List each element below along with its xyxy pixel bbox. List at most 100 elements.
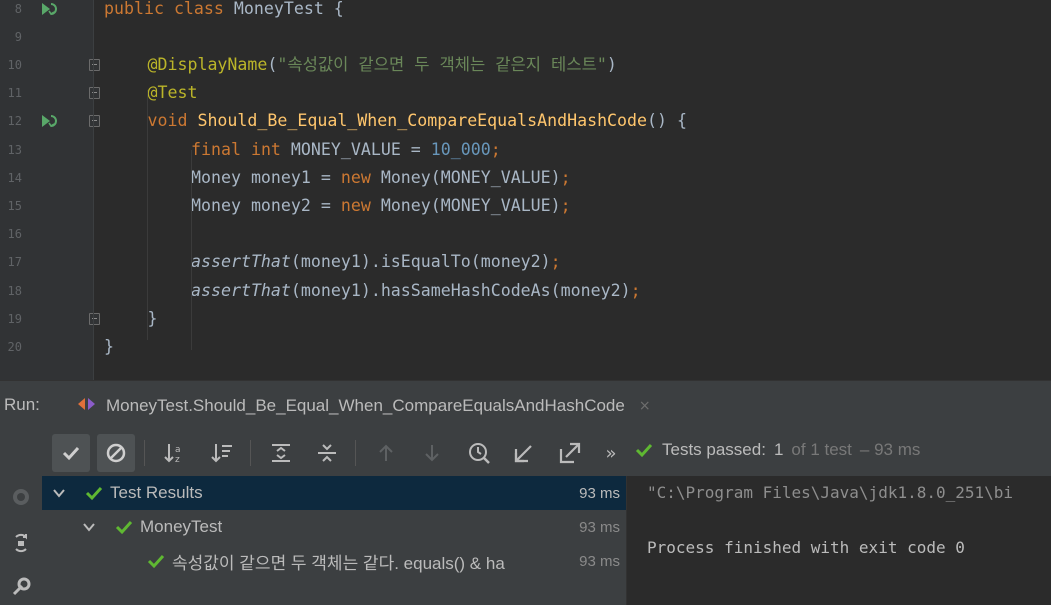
code-token: @DisplayName xyxy=(147,54,268,74)
gutter-row: 16 xyxy=(0,220,93,248)
code-line[interactable]: assertThat(money1).hasSameHashCodeAs(mon… xyxy=(191,277,641,305)
tree-row-moneytest[interactable]: MoneyTest 93 ms xyxy=(42,510,626,544)
line-number: 10 xyxy=(7,57,22,72)
code-token: ; xyxy=(490,139,501,159)
line-number: 14 xyxy=(7,170,22,185)
indent-guide xyxy=(147,90,148,340)
code-line[interactable]: @Test xyxy=(148,79,198,107)
code-line[interactable]: void Should_Be_Equal_When_CompareEqualsA… xyxy=(148,107,688,135)
line-number: 11 xyxy=(7,86,22,101)
gutter-row: 12 xyxy=(0,107,100,135)
ignored-icon xyxy=(106,443,126,463)
line-number: 15 xyxy=(7,198,22,213)
test-history-button[interactable] xyxy=(460,434,498,472)
import-icon xyxy=(514,445,532,463)
sort-alpha-icon: az xyxy=(164,444,181,465)
debug-rerun-button[interactable] xyxy=(6,482,36,512)
test-results-tree[interactable]: Test Results 93 ms MoneyTest 93 ms 속성값이 … xyxy=(42,476,626,605)
junit-config-icon xyxy=(76,396,98,416)
code-token: } xyxy=(104,336,114,356)
chevron-down-icon[interactable] xyxy=(52,486,66,500)
run-config-tab[interactable]: MoneyTest.Should_Be_Equal_When_CompareEq… xyxy=(76,391,651,421)
more-actions-button[interactable]: » xyxy=(592,434,630,472)
code-token: final xyxy=(191,139,251,159)
export-icon xyxy=(559,442,581,464)
code-token: ; xyxy=(630,280,641,300)
settings-button[interactable] xyxy=(6,572,36,602)
code-line[interactable]: } xyxy=(148,305,158,333)
tree-row-test-results[interactable]: Test Results 93 ms xyxy=(42,476,626,510)
refresh-icon xyxy=(15,533,27,553)
gutter-row: 13 xyxy=(0,136,93,164)
run-test-gutter-icon[interactable] xyxy=(40,1,60,17)
toolbar-separator xyxy=(355,440,356,466)
indent-guide xyxy=(191,150,192,350)
line-number: 9 xyxy=(14,29,22,44)
code-token: ; xyxy=(560,195,571,215)
run-test-gutter-icon[interactable] xyxy=(40,113,60,129)
status-duration: – 93 ms xyxy=(859,440,921,459)
tree-row-label: Test Results xyxy=(110,483,203,502)
code-line[interactable]: assertThat(money1).isEqualTo(money2); xyxy=(191,248,561,276)
expand-all-button[interactable] xyxy=(262,434,300,472)
code-line[interactable]: @DisplayName("속성값이 같으면 두 객체는 같은지 테스트") xyxy=(148,51,617,79)
code-token: int xyxy=(250,139,291,159)
console-exit-line: Process finished with exit code 0 xyxy=(647,538,965,557)
line-number: 8 xyxy=(14,1,22,16)
code-token: Money(MONEY_VALUE) xyxy=(380,167,561,187)
gutter-row: 19 xyxy=(0,305,100,333)
code-token: void xyxy=(147,111,198,131)
collapse-all-button[interactable] xyxy=(308,434,346,472)
check-icon xyxy=(62,446,80,461)
check-icon xyxy=(114,517,134,537)
code-token: assertThat xyxy=(191,252,291,272)
test-status: Tests passed: 1 of 1 test – 93 ms xyxy=(634,437,920,463)
fold-icon[interactable] xyxy=(89,58,100,71)
sort-by-duration-button[interactable] xyxy=(203,434,241,472)
next-failed-button[interactable] xyxy=(413,434,451,472)
run-tool-window-header: Run: MoneyTest.Should_Be_Equal_When_Comp… xyxy=(0,380,1051,430)
fold-icon[interactable] xyxy=(89,312,100,325)
line-number: 16 xyxy=(7,227,22,242)
code-line[interactable]: } xyxy=(104,333,114,361)
tree-row-test-method[interactable]: 속성값이 같으면 두 객체는 같다. equals() & ha 93 ms xyxy=(42,544,626,578)
import-tests-button[interactable] xyxy=(505,434,543,472)
show-passed-toggle[interactable] xyxy=(52,434,90,472)
check-icon xyxy=(635,443,653,458)
code-line[interactable]: public class MoneyTest { xyxy=(104,0,344,23)
code-token: (money1).hasSameHashCodeAs(money2) xyxy=(290,280,631,300)
code-token: MoneyTest { xyxy=(233,0,344,18)
restore-layout-button[interactable] xyxy=(6,528,36,558)
code-token: new xyxy=(340,195,381,215)
code-editor[interactable]: 8 9 10 11 12 13 14 15 16 17 18 19 20 public class Mo… xyxy=(0,0,1051,380)
export-tests-button[interactable] xyxy=(551,434,589,472)
fold-icon[interactable] xyxy=(89,115,100,128)
code-token: } xyxy=(147,308,158,328)
fold-icon[interactable] xyxy=(89,87,100,100)
history-icon xyxy=(469,443,490,464)
sort-alphabetically-button[interactable]: az xyxy=(156,434,194,472)
run-label: Run: xyxy=(4,395,40,414)
svg-text:z: z xyxy=(175,455,180,465)
sort-duration-icon xyxy=(211,444,232,463)
close-tab-icon[interactable]: × xyxy=(639,398,651,414)
code-line[interactable]: Money money1 = new Money(MONEY_VALUE); xyxy=(191,164,571,192)
status-total: of 1 test xyxy=(791,440,852,459)
code-line[interactable]: Money money2 = new Money(MONEY_VALUE); xyxy=(191,192,571,220)
gutter-row: 11 xyxy=(0,79,100,107)
tree-row-label: 속성값이 같으면 두 객체는 같다. equals() & ha xyxy=(172,553,505,573)
code-token: Money money2 = xyxy=(191,195,341,215)
code-token: (money1).isEqualTo(money2) xyxy=(290,252,551,272)
arrow-down-icon xyxy=(425,445,439,462)
gutter-row: 14 xyxy=(0,164,93,192)
code-token: 10_000 xyxy=(430,139,491,159)
chevron-down-icon[interactable] xyxy=(82,520,96,534)
check-icon xyxy=(84,483,104,503)
code-token: Money(MONEY_VALUE) xyxy=(380,195,561,215)
expand-all-icon xyxy=(272,444,290,462)
previous-failed-button[interactable] xyxy=(367,434,405,472)
show-ignored-toggle[interactable] xyxy=(97,434,135,472)
console-output[interactable]: "C:\Program Files\Java\jdk1.8.0_251\bi P… xyxy=(626,476,1051,605)
code-line[interactable]: final int MONEY_VALUE = 10_000; xyxy=(191,136,501,164)
line-number: 19 xyxy=(7,311,22,326)
